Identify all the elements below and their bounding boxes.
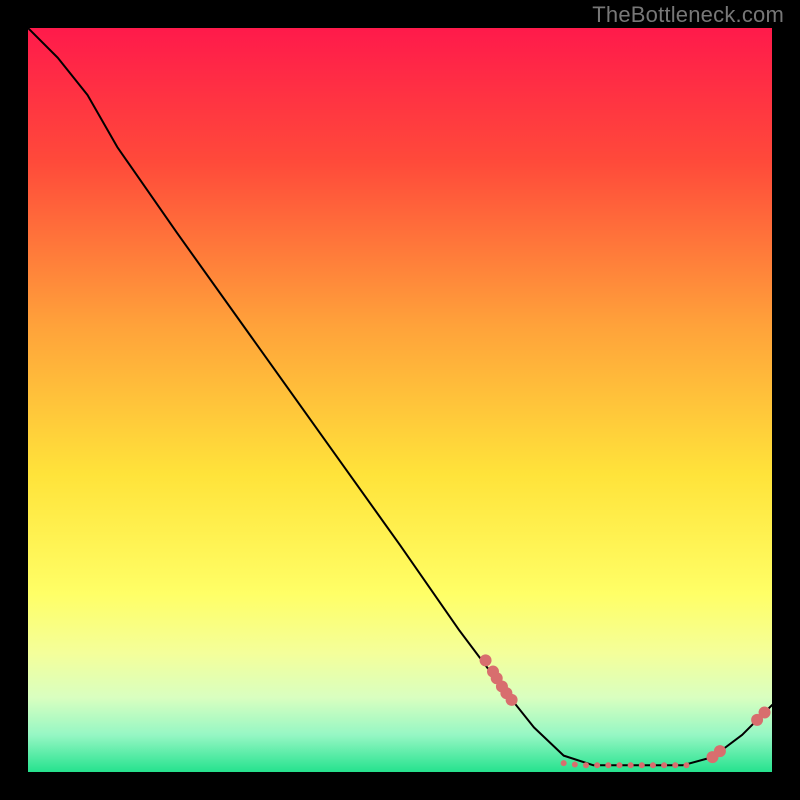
data-marker <box>561 760 567 766</box>
chart-frame: TheBottleneck.com <box>0 0 800 800</box>
data-marker <box>594 762 600 768</box>
data-marker <box>672 762 678 768</box>
data-marker <box>583 762 589 768</box>
data-marker <box>683 762 689 768</box>
data-marker <box>661 762 667 768</box>
chart-svg <box>28 28 772 772</box>
data-marker <box>616 762 622 768</box>
data-marker <box>714 745 726 757</box>
data-marker <box>605 762 611 768</box>
data-marker <box>628 762 634 768</box>
chart-plot-area <box>28 28 772 772</box>
data-marker <box>650 762 656 768</box>
data-marker <box>639 762 645 768</box>
gradient-background <box>28 28 772 772</box>
data-marker <box>480 654 492 666</box>
data-marker <box>572 762 578 768</box>
data-marker <box>759 706 771 718</box>
data-marker <box>506 694 518 706</box>
watermark-text: TheBottleneck.com <box>592 2 784 28</box>
